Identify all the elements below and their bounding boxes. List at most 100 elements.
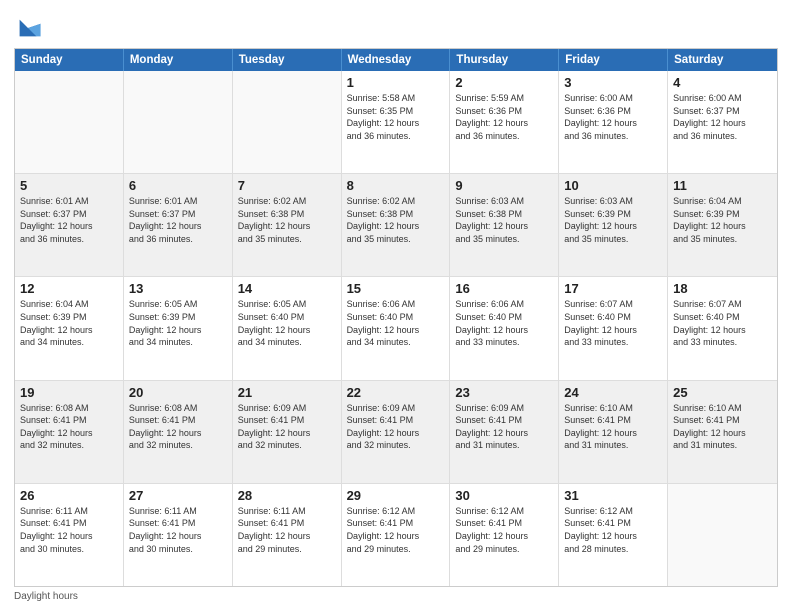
- calendar-cell: 26 Sunrise: 6:11 AM Sunset: 6:41 PM Dayli…: [15, 484, 124, 586]
- day-number: 15: [347, 281, 445, 296]
- day-number: 19: [20, 385, 118, 400]
- calendar-row: 12 Sunrise: 6:04 AM Sunset: 6:39 PM Dayli…: [15, 277, 777, 380]
- calendar-cell: 5Sunrise: 6:01 AM Sunset: 6:37 PM Daylig…: [15, 174, 124, 276]
- day-info: Sunrise: 6:09 AM Sunset: 6:41 PM Dayligh…: [238, 402, 336, 452]
- day-info: Sunrise: 6:07 AM Sunset: 6:40 PM Dayligh…: [564, 298, 662, 348]
- day-info: Sunrise: 6:10 AM Sunset: 6:41 PM Dayligh…: [564, 402, 662, 452]
- calendar-cell: 22Sunrise: 6:09 AM Sunset: 6:41 PM Dayli…: [342, 381, 451, 483]
- day-info: Sunrise: 6:05 AM Sunset: 6:40 PM Dayligh…: [238, 298, 336, 348]
- calendar-cell: 2 Sunrise: 5:59 AM Sunset: 6:36 PM Daylig…: [450, 71, 559, 173]
- day-info: Sunrise: 6:00 AM Sunset: 6:37 PM Dayligh…: [673, 92, 772, 142]
- calendar-cell: 14 Sunrise: 6:05 AM Sunset: 6:40 PM Dayli…: [233, 277, 342, 379]
- calendar-header-cell: Saturday: [668, 49, 777, 71]
- calendar-cell: 15Sunrise: 6:06 AM Sunset: 6:40 PM Dayli…: [342, 277, 451, 379]
- day-number: 17: [564, 281, 662, 296]
- calendar-cell: 11 Sunrise: 6:04 AM Sunset: 6:39 PM Dayli…: [668, 174, 777, 276]
- page: SundayMondayTuesdayWednesdayThursdayFrid…: [0, 0, 792, 612]
- day-number: 4: [673, 75, 772, 90]
- day-info: Sunrise: 6:01 AM Sunset: 6:37 PM Dayligh…: [129, 195, 227, 245]
- calendar-cell: 18 Sunrise: 6:07 AM Sunset: 6:40 PM Dayli…: [668, 277, 777, 379]
- day-number: 25: [673, 385, 772, 400]
- day-info: Sunrise: 6:04 AM Sunset: 6:39 PM Dayligh…: [20, 298, 118, 348]
- calendar-cell: 9Sunrise: 6:03 AM Sunset: 6:38 PM Daylig…: [450, 174, 559, 276]
- day-info: Sunrise: 6:10 AM Sunset: 6:41 PM Dayligh…: [673, 402, 772, 452]
- day-number: 2: [455, 75, 553, 90]
- day-info: Sunrise: 6:06 AM Sunset: 6:40 PM Dayligh…: [455, 298, 553, 348]
- calendar-cell: 25 Sunrise: 6:10 AM Sunset: 6:41 PM Dayli…: [668, 381, 777, 483]
- calendar-header-cell: Monday: [124, 49, 233, 71]
- calendar-cell: 20 Sunrise: 6:08 AM Sunset: 6:41 PM Dayli…: [124, 381, 233, 483]
- calendar-cell: 24 Sunrise: 6:10 AM Sunset: 6:41 PM Dayli…: [559, 381, 668, 483]
- logo-icon: [14, 14, 42, 42]
- calendar-cell: 12 Sunrise: 6:04 AM Sunset: 6:39 PM Dayli…: [15, 277, 124, 379]
- day-info: Sunrise: 6:03 AM Sunset: 6:39 PM Dayligh…: [564, 195, 662, 245]
- day-info: Sunrise: 6:02 AM Sunset: 6:38 PM Dayligh…: [238, 195, 336, 245]
- calendar-header-cell: Sunday: [15, 49, 124, 71]
- day-info: Sunrise: 6:04 AM Sunset: 6:39 PM Dayligh…: [673, 195, 772, 245]
- day-info: Sunrise: 6:09 AM Sunset: 6:41 PM Dayligh…: [347, 402, 445, 452]
- calendar-row: 5 Sunrise: 6:01 AM Sunset: 6:37 PM Daylig…: [15, 174, 777, 277]
- day-info: Sunrise: 6:00 AM Sunset: 6:36 PM Dayligh…: [564, 92, 662, 142]
- calendar-row: 19 Sunrise: 6:08 AM Sunset: 6:41 PM Dayli…: [15, 381, 777, 484]
- day-info: Sunrise: 6:11 AM Sunset: 6:41 PM Dayligh…: [20, 505, 118, 555]
- calendar-header-cell: Friday: [559, 49, 668, 71]
- day-number: 18: [673, 281, 772, 296]
- day-info: Sunrise: 5:58 AM Sunset: 6:35 PM Dayligh…: [347, 92, 445, 142]
- calendar-row: 1 Sunrise: 5:58 AM Sunset: 6:35 PM Daylig…: [15, 71, 777, 174]
- day-number: 21: [238, 385, 336, 400]
- day-number: 28: [238, 488, 336, 503]
- day-number: 12: [20, 281, 118, 296]
- calendar-cell: 19 Sunrise: 6:08 AM Sunset: 6:41 PM Dayli…: [15, 381, 124, 483]
- calendar-cell: 29Sunrise: 6:12 AM Sunset: 6:41 PM Dayli…: [342, 484, 451, 586]
- day-number: 9: [455, 178, 553, 193]
- calendar-cell: 27 Sunrise: 6:11 AM Sunset: 6:41 PM Dayli…: [124, 484, 233, 586]
- calendar-cell: 13 Sunrise: 6:05 AM Sunset: 6:39 PM Dayli…: [124, 277, 233, 379]
- footer-note: Daylight hours: [14, 591, 778, 602]
- calendar-cell: 21 Sunrise: 6:09 AM Sunset: 6:41 PM Dayli…: [233, 381, 342, 483]
- day-number: 27: [129, 488, 227, 503]
- day-number: 6: [129, 178, 227, 193]
- calendar-body: 1 Sunrise: 5:58 AM Sunset: 6:35 PM Daylig…: [15, 71, 777, 586]
- calendar: SundayMondayTuesdayWednesdayThursdayFrid…: [14, 48, 778, 587]
- calendar-cell: 7 Sunrise: 6:02 AM Sunset: 6:38 PM Daylig…: [233, 174, 342, 276]
- calendar-cell: 28 Sunrise: 6:11 AM Sunset: 6:41 PM Dayli…: [233, 484, 342, 586]
- day-info: Sunrise: 6:11 AM Sunset: 6:41 PM Dayligh…: [238, 505, 336, 555]
- day-number: 5: [20, 178, 118, 193]
- day-number: 26: [20, 488, 118, 503]
- calendar-header-cell: Thursday: [450, 49, 559, 71]
- calendar-cell: 23Sunrise: 6:09 AM Sunset: 6:41 PM Dayli…: [450, 381, 559, 483]
- day-info: Sunrise: 5:59 AM Sunset: 6:36 PM Dayligh…: [455, 92, 553, 142]
- calendar-cell: 4 Sunrise: 6:00 AM Sunset: 6:37 PM Daylig…: [668, 71, 777, 173]
- calendar-cell: 8Sunrise: 6:02 AM Sunset: 6:38 PM Daylig…: [342, 174, 451, 276]
- header: [14, 10, 778, 42]
- calendar-cell: [15, 71, 124, 173]
- calendar-cell: 6 Sunrise: 6:01 AM Sunset: 6:37 PM Daylig…: [124, 174, 233, 276]
- calendar-cell: 31Sunrise: 6:12 AM Sunset: 6:41 PM Dayli…: [559, 484, 668, 586]
- calendar-cell: 3 Sunrise: 6:00 AM Sunset: 6:36 PM Daylig…: [559, 71, 668, 173]
- calendar-cell: 30Sunrise: 6:12 AM Sunset: 6:41 PM Dayli…: [450, 484, 559, 586]
- calendar-cell: [668, 484, 777, 586]
- day-number: 1: [347, 75, 445, 90]
- day-number: 24: [564, 385, 662, 400]
- calendar-cell: 17 Sunrise: 6:07 AM Sunset: 6:40 PM Dayli…: [559, 277, 668, 379]
- calendar-row: 26 Sunrise: 6:11 AM Sunset: 6:41 PM Dayli…: [15, 484, 777, 586]
- day-number: 3: [564, 75, 662, 90]
- day-number: 14: [238, 281, 336, 296]
- day-info: Sunrise: 6:08 AM Sunset: 6:41 PM Dayligh…: [129, 402, 227, 452]
- day-number: 7: [238, 178, 336, 193]
- calendar-cell: [124, 71, 233, 173]
- calendar-header-cell: Wednesday: [342, 49, 451, 71]
- day-number: 13: [129, 281, 227, 296]
- day-info: Sunrise: 6:08 AM Sunset: 6:41 PM Dayligh…: [20, 402, 118, 452]
- day-info: Sunrise: 6:02 AM Sunset: 6:38 PM Dayligh…: [347, 195, 445, 245]
- day-info: Sunrise: 6:05 AM Sunset: 6:39 PM Dayligh…: [129, 298, 227, 348]
- day-info: Sunrise: 6:12 AM Sunset: 6:41 PM Dayligh…: [347, 505, 445, 555]
- day-number: 11: [673, 178, 772, 193]
- calendar-header-row: SundayMondayTuesdayWednesdayThursdayFrid…: [15, 49, 777, 71]
- day-info: Sunrise: 6:07 AM Sunset: 6:40 PM Dayligh…: [673, 298, 772, 348]
- calendar-cell: 10Sunrise: 6:03 AM Sunset: 6:39 PM Dayli…: [559, 174, 668, 276]
- day-number: 23: [455, 385, 553, 400]
- day-number: 20: [129, 385, 227, 400]
- day-number: 30: [455, 488, 553, 503]
- day-info: Sunrise: 6:11 AM Sunset: 6:41 PM Dayligh…: [129, 505, 227, 555]
